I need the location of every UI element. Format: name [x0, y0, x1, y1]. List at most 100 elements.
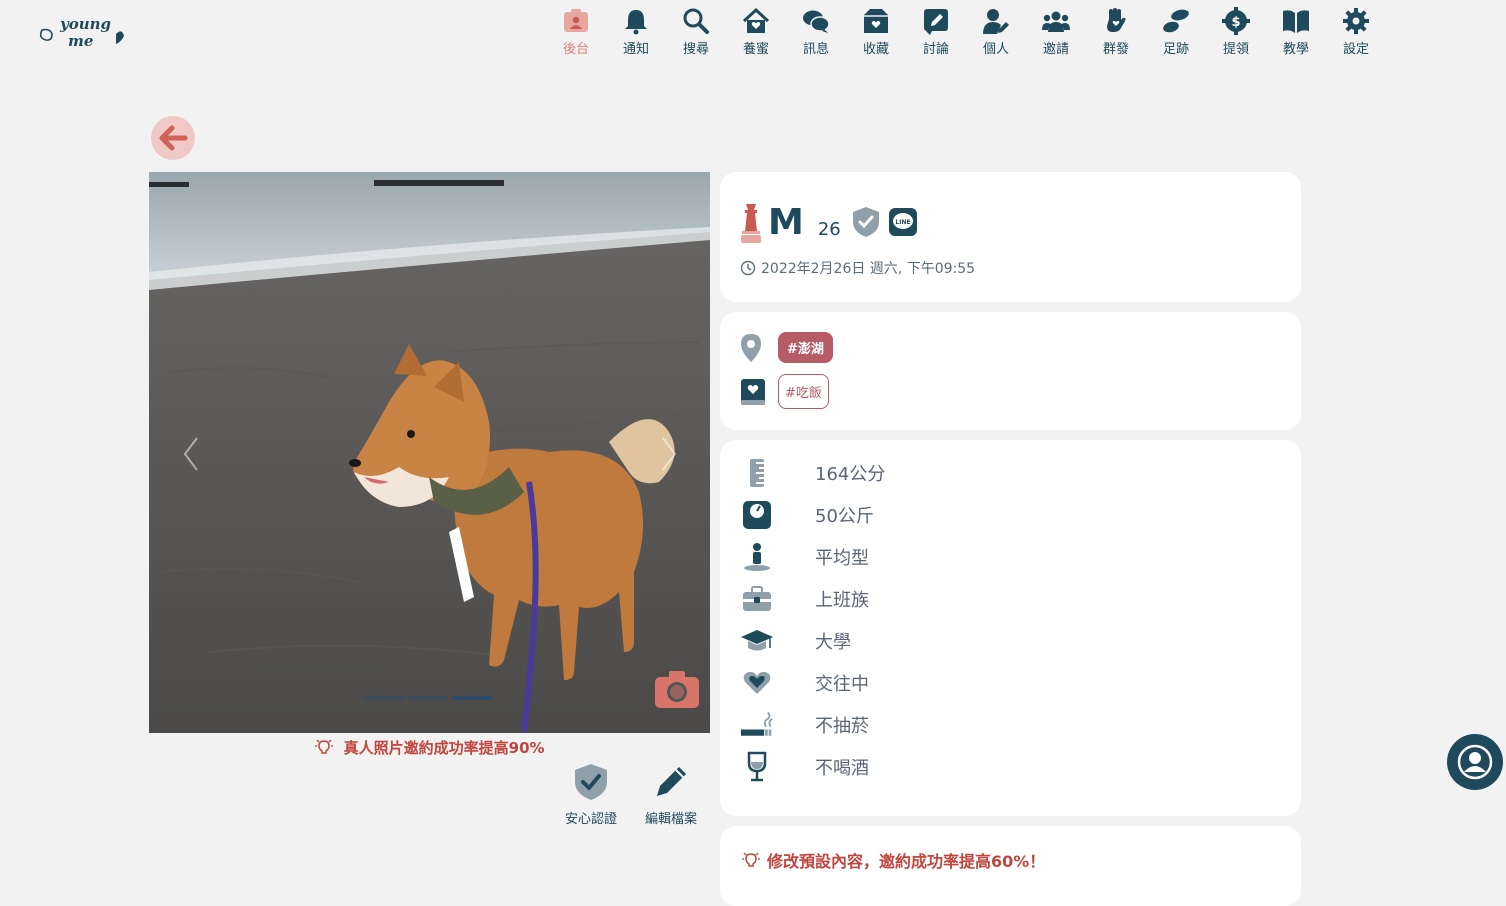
- scale-icon: [743, 501, 771, 529]
- dollar-gear-icon: $: [1220, 6, 1252, 36]
- nav-label: 設定: [1342, 42, 1369, 57]
- attribute-value: 平均型: [815, 548, 869, 569]
- photo-tip: 真人照片邀約成功率提高90%: [149, 737, 710, 758]
- nav-label: 收藏: [862, 42, 889, 57]
- camera-icon: [655, 671, 699, 708]
- location-row: #澎湖: [740, 332, 833, 363]
- clock-icon: [740, 260, 756, 276]
- lightbulb-icon: [742, 852, 760, 867]
- nav-item-broadcast[interactable]: 群發: [1086, 6, 1146, 57]
- users-group-icon: [1040, 6, 1072, 36]
- nav-item-favorites[interactable]: 收藏: [846, 6, 906, 57]
- graduation-cap-icon: [741, 630, 773, 651]
- attributes-card: 164公分 50公斤 平均型 上班族 大學 交往中 不抽菸 不喝酒: [720, 440, 1301, 816]
- nav-label: 養蜜: [742, 42, 769, 57]
- box-heart-icon: [860, 6, 892, 36]
- profile-tip-text: 修改預設內容，邀約成功率提高60%！: [767, 852, 1046, 871]
- nav-label: 後台: [562, 42, 589, 57]
- app-logo[interactable]: young me: [38, 12, 128, 52]
- interest-row: #吃飯: [740, 374, 829, 409]
- edit-square-icon: [920, 6, 952, 36]
- attribute-row: 大學: [740, 624, 851, 658]
- svg-text:young: young: [59, 15, 111, 33]
- attribute-value: 不喝酒: [815, 758, 869, 779]
- tags-card: #澎湖 #吃飯: [720, 312, 1301, 430]
- attribute-row: 不喝酒: [740, 750, 869, 784]
- verified-shield-icon: [852, 207, 879, 237]
- nav-label: 搜尋: [682, 42, 709, 57]
- house-heart-icon: [740, 6, 772, 36]
- carousel-indicator[interactable]: [364, 696, 404, 700]
- nav-label: 教學: [1282, 42, 1309, 57]
- profile-photo-carousel[interactable]: [149, 172, 710, 733]
- carousel-indicator[interactable]: [452, 696, 492, 700]
- book-icon: [1280, 6, 1312, 36]
- nav-label: 提領: [1222, 42, 1249, 57]
- location-tag[interactable]: #澎湖: [778, 332, 833, 363]
- attribute-row: 不抽菸: [740, 708, 869, 742]
- nav-item-discussion[interactable]: 討論: [906, 6, 966, 57]
- nav-item-profile[interactable]: 個人: [966, 6, 1026, 57]
- shield-check-icon: [575, 764, 607, 800]
- nav-item-settings[interactable]: 設定: [1326, 6, 1386, 57]
- support-chat-button[interactable]: [1447, 734, 1503, 790]
- queen-chess-icon: [741, 204, 761, 243]
- profile-header-card: M 26 LINE 2022年2月26日 週六, 下午09:55: [720, 172, 1301, 302]
- nav-item-dashboard[interactable]: 後台: [546, 6, 606, 57]
- last-login-text: 2022年2月26日 週六, 下午09:55: [761, 261, 976, 277]
- attribute-value: 交往中: [815, 674, 869, 695]
- profile-name: M: [768, 201, 804, 243]
- svg-text:LINE: LINE: [895, 219, 910, 226]
- nav-item-withdraw[interactable]: $ 提領: [1206, 6, 1266, 57]
- carousel-indicators: [364, 696, 492, 700]
- nav-label: 群發: [1102, 42, 1129, 57]
- footprint-icon: [1160, 6, 1192, 36]
- nav-label: 個人: [982, 42, 1009, 57]
- profile-actions: 安心認證 編輯檔案: [560, 762, 702, 827]
- ruler-icon: [750, 459, 764, 487]
- search-icon: [680, 6, 712, 36]
- chevron-right-icon: [662, 437, 677, 471]
- nav-item-notifications[interactable]: 通知: [606, 6, 666, 57]
- attribute-value: 164公分: [815, 464, 886, 485]
- verify-label: 安心認證: [564, 812, 617, 827]
- name-row: M 26 LINE: [740, 200, 917, 244]
- attribute-value: 大學: [815, 632, 851, 653]
- edit-profile-label: 編輯檔案: [644, 812, 697, 827]
- pencil-icon: [657, 767, 686, 796]
- svg-text:me: me: [68, 32, 93, 50]
- body-type-icon: [744, 543, 770, 571]
- attribute-row: 50公斤: [740, 498, 874, 532]
- nav-item-invite[interactable]: 邀請: [1026, 6, 1086, 57]
- bell-icon: [620, 6, 652, 36]
- back-button[interactable]: [151, 116, 195, 160]
- chevron-left-icon: [183, 437, 198, 471]
- last-login: 2022年2月26日 週六, 下午09:55: [740, 258, 975, 278]
- nav-item-sugar[interactable]: 養蜜: [726, 6, 786, 57]
- interest-tag[interactable]: #吃飯: [778, 374, 829, 409]
- attribute-row: 平均型: [740, 540, 869, 574]
- carousel-indicator[interactable]: [408, 696, 448, 700]
- edit-profile-button[interactable]: 編輯檔案: [640, 762, 702, 827]
- heart-book-icon: [741, 378, 765, 405]
- carousel-prev-button[interactable]: [179, 434, 203, 474]
- nav-item-footprints[interactable]: 足跡: [1146, 6, 1206, 57]
- attribute-value: 不抽菸: [815, 716, 869, 737]
- user-support-icon: [1457, 744, 1493, 780]
- nav-item-messages[interactable]: 訊息: [786, 6, 846, 57]
- profile-tip: 修改預設內容，邀約成功率提高60%！: [740, 848, 1045, 872]
- camera-button[interactable]: [654, 669, 700, 709]
- attribute-row: 交往中: [740, 666, 869, 700]
- nav-label: 邀請: [1042, 42, 1069, 57]
- attribute-row: 164公分: [740, 456, 885, 490]
- svg-text:$: $: [1231, 15, 1240, 30]
- lightbulb-icon: [315, 739, 334, 754]
- gear-icon: [1340, 6, 1372, 36]
- carousel-next-button[interactable]: [657, 434, 681, 474]
- verify-button[interactable]: 安心認證: [560, 762, 622, 827]
- nav-item-search[interactable]: 搜尋: [666, 6, 726, 57]
- photo-tip-text: 真人照片邀約成功率提高90%: [343, 739, 545, 757]
- heart-icon: [743, 671, 771, 694]
- dashboard-icon: [560, 6, 592, 36]
- nav-item-tutorial[interactable]: 教學: [1266, 6, 1326, 57]
